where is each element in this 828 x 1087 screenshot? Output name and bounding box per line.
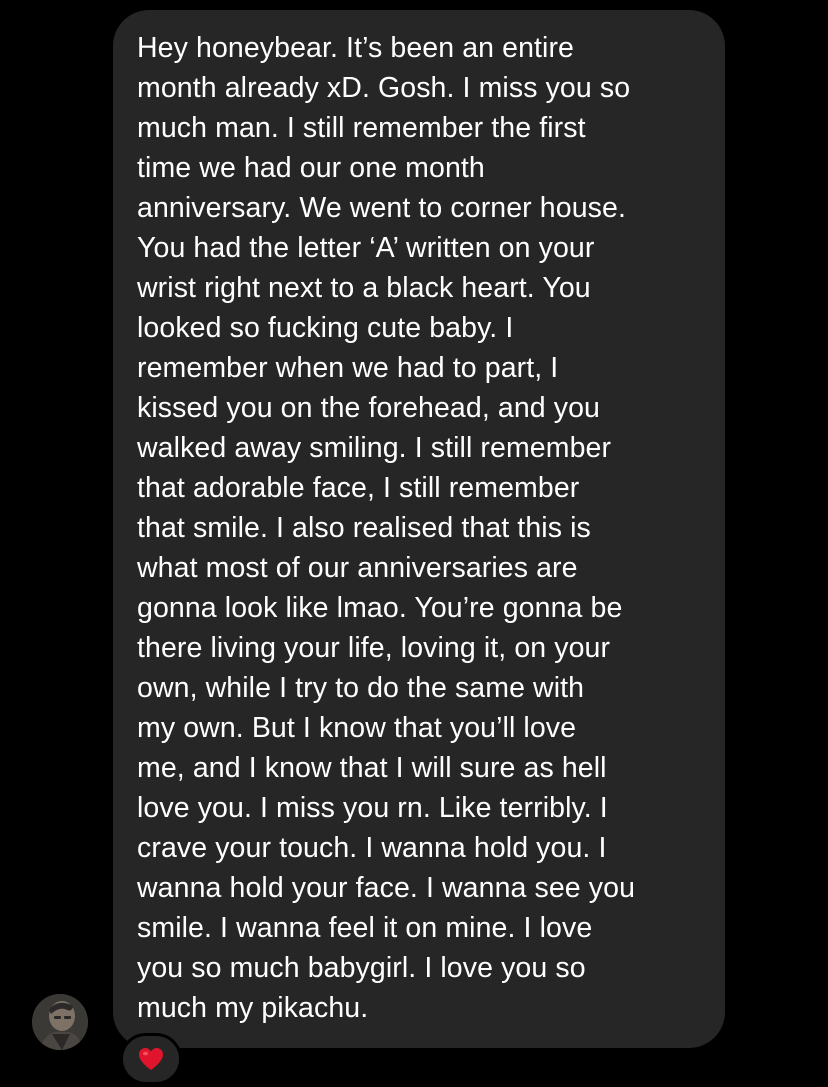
message-bubble[interactable]: Hey honeybear. It’s been an entire month… bbox=[113, 10, 725, 1048]
message-line: You had the letter ‘A’ written on your bbox=[137, 232, 595, 264]
message-line: remember when we had to part, I bbox=[137, 352, 559, 384]
message-line: gonna look like lmao. You’re gonna be bbox=[137, 592, 623, 624]
message-line: time we had our one month bbox=[137, 152, 485, 184]
message-line: smile. I wanna feel it on mine. I love bbox=[137, 912, 593, 944]
message-line: me, and I know that I will sure as hell bbox=[137, 752, 607, 784]
reaction-badge[interactable] bbox=[120, 1033, 182, 1085]
message-line: love you. I miss you rn. Like terribly. … bbox=[137, 792, 608, 824]
message-line: walked away smiling. I still remember bbox=[137, 432, 612, 464]
sender-avatar[interactable] bbox=[32, 994, 88, 1050]
message-line: what most of our anniversaries are bbox=[137, 552, 578, 584]
message-line: wanna hold your face. I wanna see you bbox=[137, 872, 636, 904]
message-line: you so much babygirl. I love you so bbox=[137, 952, 586, 984]
chat-thread: Hey honeybear. It’s been an entire month… bbox=[0, 0, 828, 1087]
profile-photo bbox=[32, 994, 88, 1050]
message-line: that adorable face, I still remember bbox=[137, 472, 580, 504]
red-heart-icon bbox=[139, 1048, 163, 1070]
message-line: there living your life, loving it, on yo… bbox=[137, 632, 611, 664]
message-text: Hey honeybear. It’s been an entire month… bbox=[137, 28, 717, 1028]
message-line: much my pikachu. bbox=[137, 992, 369, 1024]
message-line: wrist right next to a black heart. You bbox=[137, 272, 591, 304]
message-line: looked so fucking cute baby. I bbox=[137, 312, 514, 344]
message-line: Hey honeybear. It’s been an entire bbox=[137, 32, 575, 64]
message-line: much man. I still remember the first bbox=[137, 112, 586, 144]
message-line: own, while I try to do the same with bbox=[137, 672, 585, 704]
message-line: my own. But I know that you’ll love bbox=[137, 712, 577, 744]
message-line: anniversary. We went to corner house. bbox=[137, 192, 626, 224]
message-line: kissed you on the forehead, and you bbox=[137, 392, 600, 424]
message-line: crave your touch. I wanna hold you. I bbox=[137, 832, 607, 864]
message-line: that smile. I also realised that this is bbox=[137, 512, 591, 544]
message-line: month already xD. Gosh. I miss you so bbox=[137, 72, 631, 104]
